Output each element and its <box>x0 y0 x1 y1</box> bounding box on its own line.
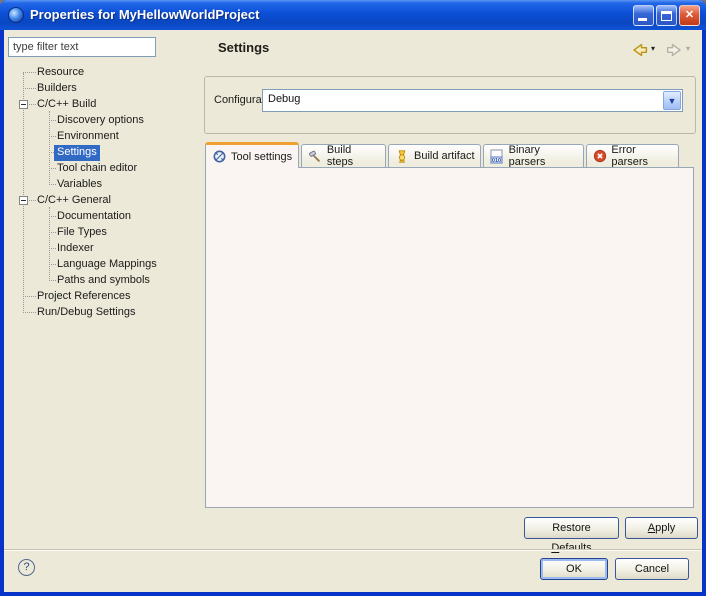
sidebar-item-c-c-general[interactable]: C/C++ General <box>8 193 200 209</box>
sidebar-item-indexer[interactable]: Indexer <box>8 241 200 257</box>
forward-dropdown-icon: ▾ <box>686 44 690 53</box>
back-arrow-icon[interactable] <box>630 42 649 58</box>
filter-input[interactable] <box>8 37 156 57</box>
sidebar-item-label: Project References <box>34 289 134 305</box>
artifact-icon <box>394 148 410 164</box>
sidebar-item-project-references[interactable]: Project References <box>8 289 200 305</box>
sidebar-item-file-types[interactable]: File Types <box>8 225 200 241</box>
apply-button[interactable]: Apply <box>625 517 698 539</box>
sidebar-item-run-debug-settings[interactable]: Run/Debug Settings <box>8 305 200 321</box>
tab-label: Tool settings <box>231 151 292 163</box>
error-icon <box>592 148 607 164</box>
sidebar-item-label: Builders <box>34 81 80 97</box>
sidebar-item-language-mappings[interactable]: Language Mappings <box>8 257 200 273</box>
sidebar-item-label: C/C++ Build <box>34 97 99 113</box>
sidebar-item-c-c-build[interactable]: C/C++ Build <box>8 97 200 113</box>
tab-label: Build artifact <box>414 150 475 162</box>
sidebar-item-label: Tool chain editor <box>54 161 140 177</box>
sidebar-item-label: Settings <box>54 145 100 161</box>
button-label: Restore <box>552 522 591 534</box>
cancel-button[interactable]: Cancel <box>615 558 689 580</box>
button-label: efaults <box>559 542 591 554</box>
minimize-button[interactable] <box>633 5 654 26</box>
configuration-value: Debug <box>268 93 300 105</box>
sidebar-item-tool-chain-editor[interactable]: Tool chain editor <box>8 161 200 177</box>
tab-error-parsers[interactable]: Error parsers <box>586 144 679 167</box>
sidebar-item-resource[interactable]: Resource <box>8 65 200 81</box>
footer-divider <box>4 549 702 551</box>
binary-icon: 010 <box>489 148 505 164</box>
tab-build-artifact[interactable]: Build artifact <box>388 144 481 167</box>
sidebar-item-documentation[interactable]: Documentation <box>8 209 200 225</box>
tool-icon <box>211 149 227 165</box>
button-accel: A <box>648 522 655 534</box>
tab-label: Build steps <box>327 144 380 168</box>
sidebar-item-label: Documentation <box>54 209 134 225</box>
sidebar-item-discovery-options[interactable]: Discovery options <box>8 113 200 129</box>
tab-tool-settings[interactable]: Tool settings <box>205 142 299 168</box>
button-label: pply <box>655 522 675 534</box>
sidebar-item-label: Indexer <box>54 241 97 257</box>
sidebar-item-label: Paths and symbols <box>54 273 153 289</box>
dialog-body: ResourceBuildersC/C++ BuildDiscovery opt… <box>4 30 702 592</box>
properties-tree: ResourceBuildersC/C++ BuildDiscovery opt… <box>8 65 200 325</box>
hammer-icon <box>307 148 323 164</box>
maximize-icon <box>661 11 672 21</box>
restore-defaults-button[interactable]: Restore Defaults <box>524 517 619 539</box>
window-icon <box>8 7 24 23</box>
properties-dialog-window: Properties for MyHellowWorldProject ✕ Re… <box>0 0 706 596</box>
ok-button[interactable]: OK <box>540 558 608 580</box>
collapse-icon[interactable] <box>19 100 28 109</box>
sidebar-item-label: Variables <box>54 177 105 193</box>
window-title: Properties for MyHellowWorldProject <box>30 7 259 22</box>
help-icon[interactable]: ? <box>18 559 35 576</box>
tab-label: Binary parsers <box>509 144 578 168</box>
title-bar[interactable]: Properties for MyHellowWorldProject ✕ <box>0 0 706 30</box>
sidebar-item-label: Language Mappings <box>54 257 160 273</box>
minimize-icon <box>638 18 647 21</box>
tab-build-steps[interactable]: Build steps <box>301 144 386 167</box>
sidebar-item-settings[interactable]: Settings <box>8 145 200 161</box>
sidebar-item-variables[interactable]: Variables <box>8 177 200 193</box>
sidebar-item-label: Environment <box>54 129 122 145</box>
forward-arrow-icon[interactable] <box>665 42 684 58</box>
tool-settings-panel <box>205 167 694 508</box>
sidebar-item-label: C/C++ General <box>34 193 114 209</box>
collapse-icon[interactable] <box>19 196 28 205</box>
sidebar-item-label: File Types <box>54 225 110 241</box>
page-title: Settings <box>218 40 269 55</box>
sidebar-item-label: Resource <box>34 65 87 81</box>
sidebar-item-builders[interactable]: Builders <box>8 81 200 97</box>
tab-label: Error parsers <box>611 144 673 168</box>
tab-binary-parsers[interactable]: 010 Binary parsers <box>483 144 584 167</box>
chevron-down-icon[interactable]: ▼ <box>663 91 681 110</box>
configuration-select[interactable]: Debug ▼ <box>262 89 683 112</box>
sidebar-item-paths-and-symbols[interactable]: Paths and symbols <box>8 273 200 289</box>
maximize-button[interactable] <box>656 5 677 26</box>
close-button[interactable]: ✕ <box>679 5 700 26</box>
svg-text:010: 010 <box>492 158 501 164</box>
sidebar-item-label: Discovery options <box>54 113 147 129</box>
sidebar-item-environment[interactable]: Environment <box>8 129 200 145</box>
sidebar-item-label: Run/Debug Settings <box>34 305 138 321</box>
back-dropdown-icon[interactable]: ▾ <box>651 44 655 53</box>
